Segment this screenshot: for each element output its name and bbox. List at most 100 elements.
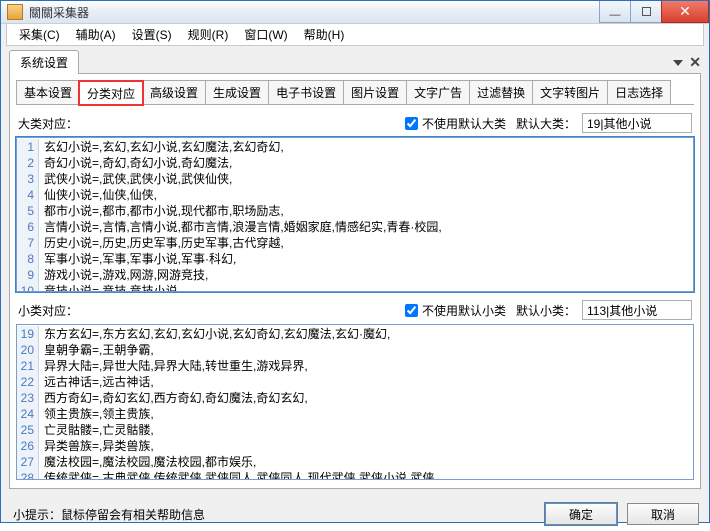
major-row: 大类对应： 不使用默认大类 默认大类： [18, 113, 692, 133]
app-icon [7, 4, 23, 20]
line-text: 竞技小说=,竞技,竞技小说, [44, 283, 181, 292]
line-number: 1 [17, 139, 39, 155]
line-text: 亡灵骷髅=,亡灵骷髅, [44, 422, 154, 438]
no-default-minor-checkbox[interactable] [405, 304, 418, 317]
line-number: 8 [17, 251, 39, 267]
line-text: 魔法校园=,魔法校园,魔法校园,都市娱乐, [44, 454, 256, 470]
close-tab-icon[interactable]: ✕ [689, 54, 701, 71]
no-default-minor-label: 不使用默认小类 [422, 302, 506, 319]
subtab-生成设置[interactable]: 生成设置 [205, 80, 269, 104]
list-item[interactable]: 19东方玄幻=,东方玄幻,玄幻,玄幻小说,玄幻奇幻,玄幻魔法,玄幻·魔幻, [17, 326, 693, 342]
list-item[interactable]: 3 武侠小说=,武侠,武侠小说,武侠仙侠, [17, 171, 693, 187]
subtab-分类对应[interactable]: 分类对应 [79, 81, 143, 105]
no-default-minor[interactable]: 不使用默认小类 [405, 302, 506, 319]
no-default-major-label: 不使用默认大类 [422, 115, 506, 132]
line-text: 言情小说=,言情,言情小说,都市言情,浪漫言情,婚姻家庭,情感纪实,青春·校园, [44, 219, 442, 235]
line-number: 5 [17, 203, 39, 219]
default-major-label: 默认大类： [516, 115, 576, 132]
line-text: 西方奇幻=,奇幻玄幻,西方奇幻,奇幻魔法,奇幻玄幻, [44, 390, 308, 406]
list-item[interactable]: 22远古神话=,远古神话, [17, 374, 693, 390]
line-number: 24 [17, 406, 39, 422]
window-buttons: — ✕ [600, 1, 709, 23]
default-minor-input[interactable] [582, 300, 692, 320]
list-item[interactable]: 1 玄幻小说=,玄幻,玄幻小说,玄幻魔法,玄幻奇幻, [17, 139, 693, 155]
subtab-过滤替换[interactable]: 过滤替换 [469, 80, 533, 104]
list-item[interactable]: 4仙侠小说=,仙侠,仙侠, [17, 187, 693, 203]
close-button[interactable]: ✕ [661, 1, 709, 23]
maximize-button[interactable] [630, 1, 662, 23]
line-number: 26 [17, 438, 39, 454]
line-number: 6 [17, 219, 39, 235]
list-item[interactable]: 2 奇幻小说=,奇幻,奇幻小说,奇幻魔法, [17, 155, 693, 171]
line-text: 奇幻小说=,奇幻,奇幻小说,奇幻魔法, [44, 155, 232, 171]
titlebar: 關關采集器 — ✕ [1, 1, 709, 24]
subtab-电子书设置[interactable]: 电子书设置 [268, 80, 344, 104]
list-item[interactable]: 8军事小说=,军事,军事小说,军事·科幻, [17, 251, 693, 267]
list-item[interactable]: 25 亡灵骷髅=,亡灵骷髅, [17, 422, 693, 438]
no-default-major-checkbox[interactable] [405, 117, 418, 130]
line-text: 武侠小说=,武侠,武侠小说,武侠仙侠, [44, 171, 232, 187]
menubar: 采集(C)辅助(A)设置(S)规则(R)窗口(W)帮助(H) [6, 24, 704, 46]
line-number: 10 [17, 283, 39, 292]
line-text: 玄幻小说=,玄幻,玄幻小说,玄幻魔法,玄幻奇幻, [44, 139, 284, 155]
menu-item[interactable]: 设置(S) [124, 24, 180, 45]
panel-tab-icons: ✕ [673, 54, 701, 74]
app-window: 關關采集器 — ✕ 采集(C)辅助(A)设置(S)规则(R)窗口(W)帮助(H)… [0, 0, 710, 523]
cancel-button[interactable]: 取消 [627, 503, 699, 525]
line-number: 2 [17, 155, 39, 171]
client-area: 系统设置 ✕ 基本设置分类对应高级设置生成设置电子书设置图片设置文字广告过滤替换… [1, 46, 709, 497]
subtabs: 基本设置分类对应高级设置生成设置电子书设置图片设置文字广告过滤替换文字转图片日志… [16, 80, 694, 105]
dropdown-icon[interactable] [673, 60, 683, 66]
menu-item[interactable]: 采集(C) [11, 24, 68, 45]
hint-text: 小提示：鼠标停留会有相关帮助信息 [13, 506, 535, 523]
line-number: 20 [17, 342, 39, 358]
minimize-button[interactable]: — [599, 1, 631, 23]
list-item[interactable]: 5 都市小说=,都市,都市小说,现代都市,职场励志, [17, 203, 693, 219]
line-number: 7 [17, 235, 39, 251]
subtab-文字转图片[interactable]: 文字转图片 [532, 80, 608, 104]
line-number: 25 [17, 422, 39, 438]
minor-label: 小类对应： [18, 302, 78, 319]
subtab-基本设置[interactable]: 基本设置 [16, 80, 80, 104]
panel-tab-system-settings[interactable]: 系统设置 [9, 50, 79, 74]
footer: 小提示：鼠标停留会有相关帮助信息 确定 取消 [1, 497, 709, 531]
list-item[interactable]: 27 魔法校园=,魔法校园,魔法校园,都市娱乐, [17, 454, 693, 470]
window-title: 關關采集器 [29, 4, 600, 21]
line-text: 传统武侠=,古典武侠,传统武侠,武侠同人,武侠同人,现代武侠,武侠小说,武侠, [44, 470, 438, 480]
list-item[interactable]: 20皇朝争霸=,王朝争霸, [17, 342, 693, 358]
menu-item[interactable]: 帮助(H) [296, 24, 353, 45]
line-text: 异界大陆=,异世大陆,异界大陆,转世重生,游戏异界, [44, 358, 308, 374]
no-default-major[interactable]: 不使用默认大类 [405, 115, 506, 132]
menu-item[interactable]: 辅助(A) [68, 24, 124, 45]
minor-listbox[interactable]: 19东方玄幻=,东方玄幻,玄幻,玄幻小说,玄幻奇幻,玄幻魔法,玄幻·魔幻,20皇… [16, 324, 694, 480]
list-item[interactable]: 24领主贵族=,领主贵族, [17, 406, 693, 422]
line-number: 3 [17, 171, 39, 187]
subtab-日志选择[interactable]: 日志选择 [607, 80, 671, 104]
line-text: 远古神话=,远古神话, [44, 374, 154, 390]
line-text: 仙侠小说=,仙侠,仙侠, [44, 187, 157, 203]
panel-tab-row: 系统设置 ✕ [9, 52, 701, 74]
list-item[interactable]: 26异类兽族=,异类兽族, [17, 438, 693, 454]
default-major-input[interactable] [582, 113, 692, 133]
line-number: 27 [17, 454, 39, 470]
list-item[interactable]: 28 传统武侠=,古典武侠,传统武侠,武侠同人,武侠同人,现代武侠,武侠小说,武侠… [17, 470, 693, 480]
list-item[interactable]: 6 言情小说=,言情,言情小说,都市言情,浪漫言情,婚姻家庭,情感纪实,青春·校园… [17, 219, 693, 235]
line-text: 历史小说=,历史,历史军事,历史军事,古代穿越, [44, 235, 284, 251]
minor-row: 小类对应： 不使用默认小类 默认小类： [18, 300, 692, 320]
subtab-图片设置[interactable]: 图片设置 [343, 80, 407, 104]
menu-item[interactable]: 窗口(W) [236, 24, 295, 45]
list-item[interactable]: 9游戏小说=,游戏,网游,网游竞技, [17, 267, 693, 283]
subtab-文字广告[interactable]: 文字广告 [406, 80, 470, 104]
major-listbox[interactable]: 1 玄幻小说=,玄幻,玄幻小说,玄幻魔法,玄幻奇幻, 2 奇幻小说=,奇幻,奇幻小说,… [16, 137, 694, 292]
line-text: 东方玄幻=,东方玄幻,玄幻,玄幻小说,玄幻奇幻,玄幻魔法,玄幻·魔幻, [44, 326, 390, 342]
line-number: 23 [17, 390, 39, 406]
ok-button[interactable]: 确定 [545, 503, 617, 525]
list-item[interactable]: 23 西方奇幻=,奇幻玄幻,西方奇幻,奇幻魔法,奇幻玄幻, [17, 390, 693, 406]
subtab-高级设置[interactable]: 高级设置 [142, 80, 206, 104]
line-number: 28 [17, 470, 39, 480]
list-item[interactable]: 21异界大陆=,异世大陆,异界大陆,转世重生,游戏异界, [17, 358, 693, 374]
menu-item[interactable]: 规则(R) [180, 24, 237, 45]
line-text: 都市小说=,都市,都市小说,现代都市,职场励志, [44, 203, 284, 219]
list-item[interactable]: 7 历史小说=,历史,历史军事,历史军事,古代穿越, [17, 235, 693, 251]
list-item[interactable]: 10 竞技小说=,竞技,竞技小说, [17, 283, 693, 292]
